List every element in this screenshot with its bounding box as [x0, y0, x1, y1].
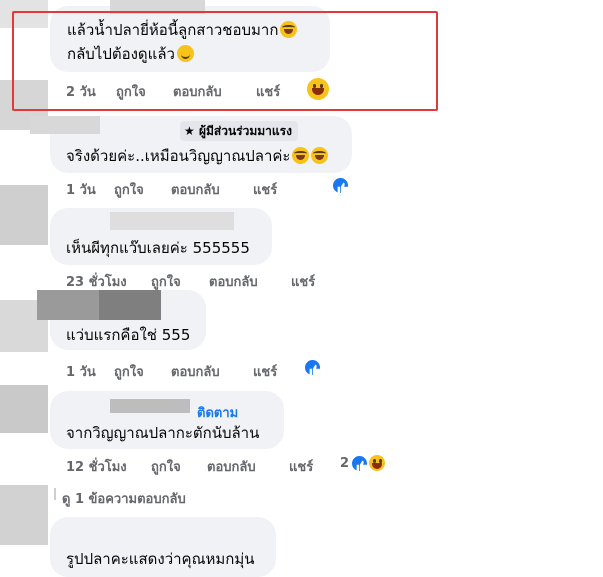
share-button[interactable]: แชร์ — [253, 179, 277, 200]
comment-actions: 23 ชั่วโมง ถูกใจ ตอบกลับ แชร์ — [66, 271, 336, 292]
like-button[interactable]: ถูกใจ — [114, 179, 144, 200]
avatar[interactable] — [0, 485, 48, 545]
avatar[interactable] — [0, 385, 48, 433]
comment-time[interactable]: 12 ชั่วโมง — [66, 456, 127, 477]
laughing-face-reaction-icon[interactable] — [367, 453, 387, 473]
comment-text: เห็นผีทุกแว๊บเลยค่ะ 555555 — [66, 239, 250, 257]
reply-button[interactable]: ตอบกลับ — [171, 179, 220, 200]
comment-actions: 12 ชั่วโมง ถูกใจ ตอบกลับ แชร์ — [66, 456, 336, 477]
comment-time[interactable]: 23 ชั่วโมง — [66, 271, 127, 292]
comment-actions: 1 วัน ถูกใจ ตอบกลับ แชร์ — [66, 179, 296, 200]
commenter-name[interactable] — [110, 399, 190, 413]
star-icon: ★ — [184, 124, 195, 138]
commenter-name-blur — [99, 290, 161, 320]
highlight-box — [12, 11, 438, 111]
like-icon[interactable] — [303, 358, 322, 377]
laughing-face-emoji-icon — [292, 147, 310, 164]
comment-text: จริงด้วยค่ะ..เหมือนวิญญาณปลาค่ะ — [66, 146, 329, 166]
comment-time[interactable]: 1 วัน — [66, 179, 96, 200]
reply-button[interactable]: ตอบกลับ — [171, 361, 220, 382]
like-button[interactable]: ถูกใจ — [151, 456, 181, 477]
avatar[interactable] — [0, 185, 48, 245]
reaction-count[interactable]: 2 — [340, 456, 349, 471]
view-replies-link[interactable]: ดู 1 ข้อความตอบกลับ — [62, 488, 186, 509]
like-button[interactable]: ถูกใจ — [151, 271, 181, 292]
comment-time[interactable]: 1 วัน — [66, 361, 96, 382]
commenter-name[interactable] — [30, 116, 100, 134]
reply-button[interactable]: ตอบกลับ — [207, 456, 256, 477]
share-button[interactable]: แชร์ — [253, 361, 277, 382]
commenter-name[interactable] — [110, 212, 234, 230]
reply-button[interactable]: ตอบกลับ — [209, 271, 258, 292]
like-button[interactable]: ถูกใจ — [114, 361, 144, 382]
comment-text: แว่บแรกคือใช่ 555 — [66, 326, 191, 344]
reply-connector — [54, 488, 56, 500]
laughing-face-emoji-icon — [311, 147, 329, 164]
commenter-name[interactable] — [37, 290, 99, 320]
like-icon[interactable] — [331, 176, 350, 195]
share-button[interactable]: แชร์ — [291, 271, 315, 292]
top-contributor-badge: ★ ผู้มีส่วนร่วมมาแรง — [180, 121, 298, 141]
follow-link[interactable]: ติดตาม — [197, 402, 238, 423]
comment-actions: 1 วัน ถูกใจ ตอบกลับ แชร์ — [66, 361, 296, 382]
share-button[interactable]: แชร์ — [289, 456, 313, 477]
comment-text: จากวิญญาณปลากะตักนับล้าน — [66, 424, 260, 442]
comment-text: รูปปลาคะแสดงว่าคุณหมกมุ่น — [66, 550, 255, 568]
